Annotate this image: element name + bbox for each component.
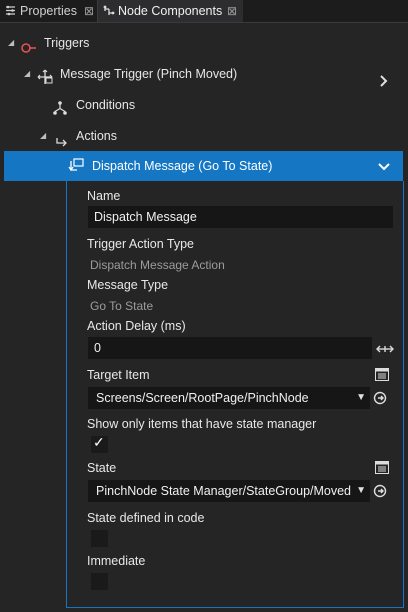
tree-item-actions[interactable]: ◢ Actions	[0, 121, 408, 151]
message-type-value: Go To State	[90, 299, 154, 313]
show-only-checkbox[interactable]: ✓	[91, 434, 108, 453]
state-value: PinchNode State Manager/StateGroup/Moved	[96, 484, 352, 498]
immediate-checkbox[interactable]	[91, 573, 108, 590]
target-item-label: Target Item	[87, 368, 150, 382]
reset-arrow-icon[interactable]	[373, 484, 387, 501]
tab-node-components-label: Node Components	[118, 4, 223, 18]
close-icon[interactable]: ⊠	[227, 0, 237, 22]
action-delay-label: Action Delay (ms)	[87, 319, 186, 333]
expand-triangle-icon[interactable]: ◢	[40, 121, 46, 151]
tab-properties-label: Properties	[20, 4, 77, 18]
tree-item-dispatch-message[interactable]: Dispatch Message (Go To State)	[4, 151, 403, 181]
chevron-down-icon[interactable]	[378, 161, 390, 175]
target-item-select[interactable]: Screens/Screen/RootPage/PinchNode ▼	[88, 387, 370, 409]
tree-item-conditions[interactable]: Conditions	[0, 90, 408, 120]
state-select[interactable]: PinchNode State Manager/StateGroup/Moved…	[88, 480, 370, 502]
tree-label-conditions: Conditions	[76, 98, 136, 112]
tree-label-message-trigger: Message Trigger (Pinch Moved)	[60, 67, 238, 81]
picker-icon[interactable]	[375, 368, 389, 381]
name-field[interactable]: Dispatch Message	[88, 206, 393, 228]
tree-label-dispatch-message: Dispatch Message (Go To State)	[92, 159, 273, 173]
tree-item-triggers[interactable]: ◢ Triggers	[0, 28, 408, 58]
state-label: State	[87, 461, 117, 475]
dropdown-arrow-icon[interactable]: ▼	[356, 480, 366, 502]
tab-node-components[interactable]: Node Components ⊠	[98, 0, 243, 22]
expand-triangle-icon[interactable]: ◢	[24, 59, 30, 89]
tree-label-actions: Actions	[76, 129, 117, 143]
tab-properties[interactable]: Properties ⊠	[0, 0, 97, 22]
sliders-icon	[5, 0, 16, 24]
picker-icon[interactable]	[375, 461, 389, 474]
trigger-action-type-label: Trigger Action Type	[87, 237, 195, 251]
message-type-label: Message Type	[87, 278, 169, 292]
node-components-icon	[103, 0, 115, 25]
drag-adjust-icon[interactable]	[376, 343, 394, 357]
tree-item-message-trigger[interactable]: ◢ Message Trigger (Pinch Moved)	[0, 59, 408, 89]
dropdown-arrow-icon[interactable]: ▼	[356, 387, 366, 409]
tab-bar: Properties ⊠ Node Components ⊠	[0, 0, 408, 23]
state-defined-in-code-label: State defined in code	[87, 511, 205, 525]
target-item-value: Screens/Screen/RootPage/PinchNode	[96, 391, 309, 405]
state-defined-in-code-checkbox[interactable]	[91, 530, 108, 547]
trigger-action-type-value: Dispatch Message Action	[90, 258, 225, 272]
immediate-label: Immediate	[87, 554, 146, 568]
close-icon[interactable]: ⊠	[84, 0, 94, 22]
action-delay-field[interactable]: 0	[88, 337, 372, 359]
reset-arrow-icon[interactable]	[373, 391, 387, 408]
checkmark-icon: ✓	[93, 434, 105, 450]
show-only-label: Show only items that have state manager	[87, 417, 317, 431]
tree-label-triggers: Triggers	[44, 36, 90, 50]
name-label: Name	[87, 189, 121, 203]
dispatch-message-icon	[67, 157, 85, 178]
expand-triangle-icon[interactable]: ◢	[8, 28, 14, 58]
